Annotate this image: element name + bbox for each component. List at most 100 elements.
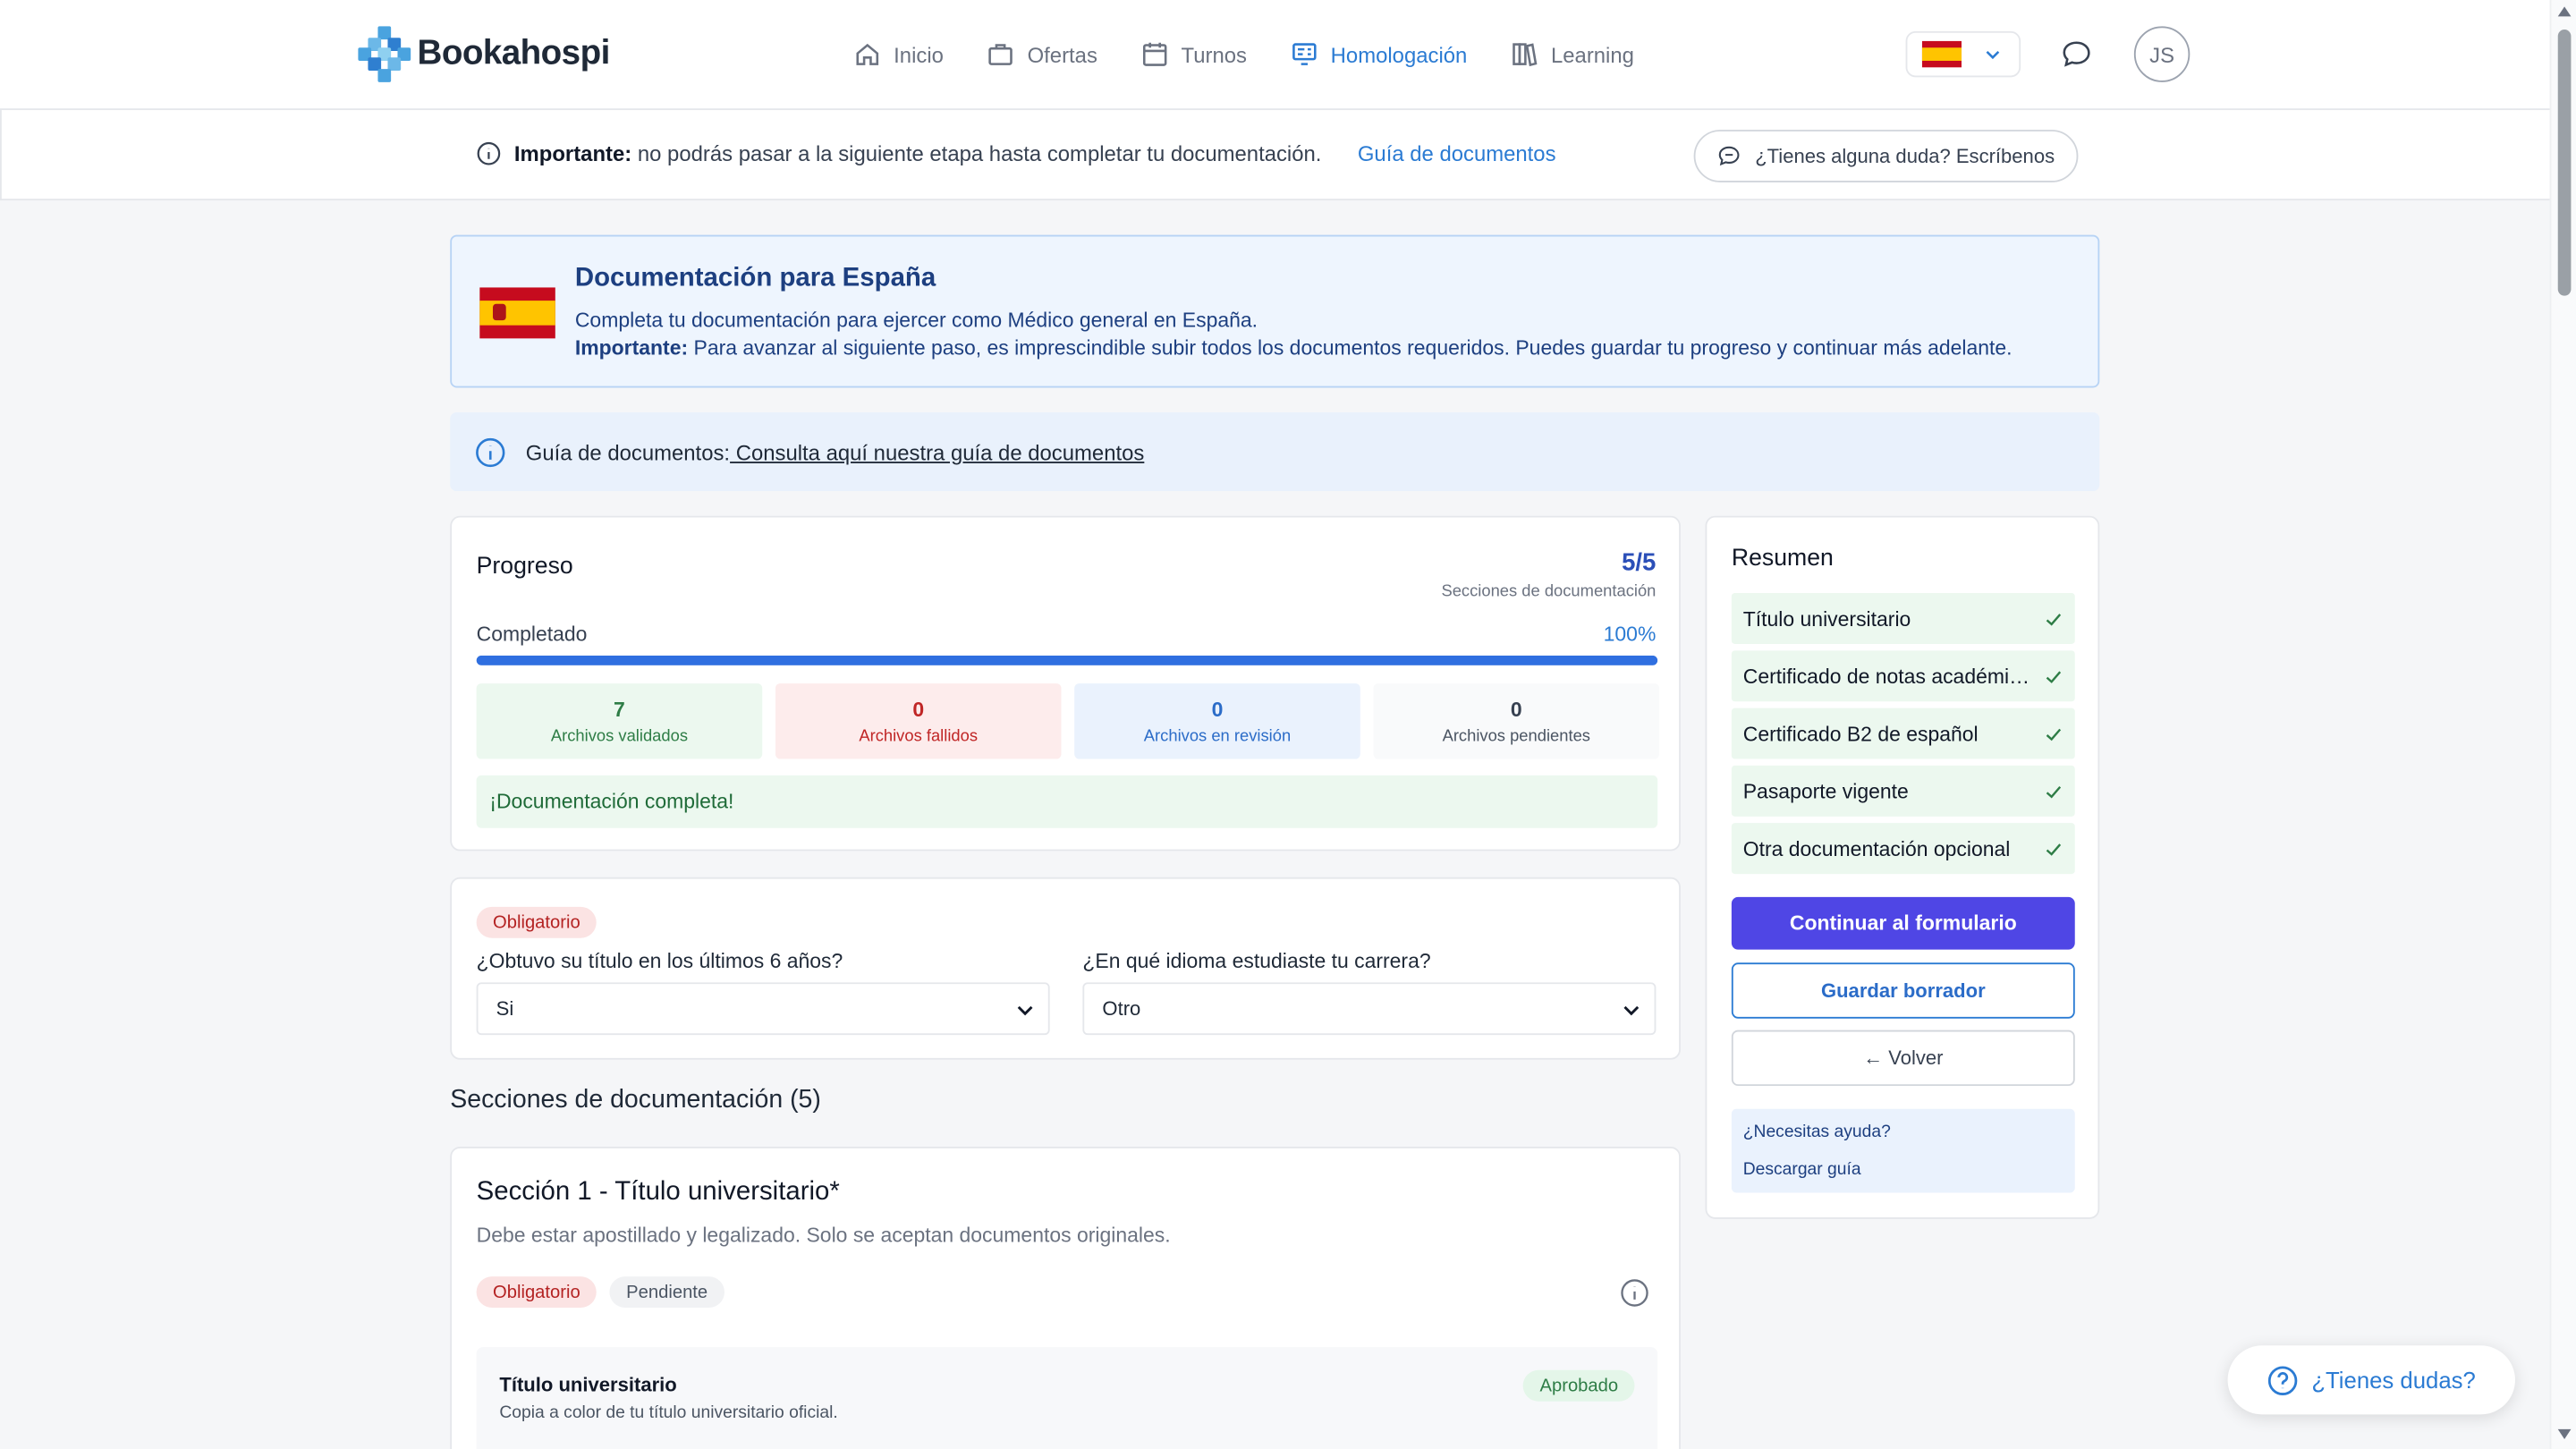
chat-bubble-icon[interactable] [2060,39,2093,69]
check-icon [2046,785,2062,798]
scroll-down-arrow-icon[interactable] [2557,1428,2572,1439]
chevron-down-icon [1623,1005,1640,1016]
stat-validated: 7 Archivos validados [476,683,763,759]
summary-item[interactable]: Pasaporte vigente [1731,765,2075,817]
flag-spain-icon [479,287,555,339]
progress-card: Progreso 5/5 Secciones de documentación … [450,515,1681,852]
questions-card: Obligatorio ¿Obtuvo su título en los últ… [450,877,1681,1060]
study-language-select[interactable]: Otro [1082,982,1657,1036]
homologation-icon [1292,43,1317,65]
select-value: Si [496,996,514,1021]
brand-logo[interactable]: Bookahospi [358,26,611,82]
completed-percent: 100% [1603,623,1657,646]
country-card-title: Documentación para España [574,264,936,292]
logo-mark-icon [358,26,411,82]
question-circle-icon [2267,1365,2298,1395]
notice-bar: Importante: no podrás pasar a la siguien… [0,110,2550,201]
file-description: Copia a color de tu título universitario… [499,1402,838,1423]
guide-consult-link[interactable]: Consulta aquí nuestra guía de documentos [730,439,1145,464]
chevron-down-icon [1986,50,2000,60]
summary-item[interactable]: Certificado de notas académicas [1731,650,2075,702]
stat-pending: 0 Archivos pendientes [1373,683,1660,759]
language-selector[interactable] [1905,30,2021,78]
nav-label: Inicio [894,41,944,67]
stat-in-review: 0 Archivos en revisión [1074,683,1360,759]
country-card-subtitle: Completa tu documentación para ejercer c… [574,309,1258,333]
required-badge: Obligatorio [476,906,597,938]
floating-help-button[interactable]: ¿Tienes dudas? [2227,1345,2515,1415]
check-icon [2046,843,2062,855]
file-stats: 7 Archivos validados 0 Archivos fallidos 0… [476,683,1660,759]
country-info-card: Documentación para España Completa tu do… [450,234,2100,388]
question-language-label: ¿En qué idioma estudiaste tu carrera? [1082,949,1431,973]
notice-message: Importante: no podrás pasar a la siguien… [477,141,1556,166]
nav-item-inicio[interactable]: Inicio [854,36,944,72]
flag-spain-icon [1921,40,1962,68]
guide-link[interactable]: Guía de documentos [1358,141,1556,166]
stat-failed: 0 Archivos fallidos [775,683,1062,759]
notice-strong: Importante: [513,140,632,166]
contact-us-label: ¿Tienes alguna duda? Escríbenos [1755,144,2055,168]
file-title: Título universitario [499,1373,677,1397]
page-scrollbar[interactable] [2549,0,2576,1449]
approved-badge: Aprobado [1523,1369,1635,1402]
briefcase-icon [988,44,1013,65]
guide-label: Guía de documentos: [525,439,731,464]
summary-item[interactable]: Título universitario [1731,593,2075,644]
nav-item-homologacion[interactable]: Homologación [1292,36,1468,72]
document-file-item: Título universitario Copia a color de tu… [476,1347,1658,1449]
page-root: Bookahospi Inicio Ofertas Turnos Homolog… [0,0,2576,1449]
check-icon [2046,613,2062,625]
section-description: Debe estar apostillado y legalizado. Sol… [476,1224,1171,1248]
continue-to-form-button[interactable]: Continuar al formulario [1731,896,2075,950]
info-icon [476,436,505,467]
nav-item-turnos[interactable]: Turnos [1141,36,1247,72]
calendar-icon [1142,42,1167,66]
progress-bar [476,655,1658,665]
question-title-years-label: ¿Obtuvo su título en los últimos 6 años? [476,949,843,973]
status-badge: Pendiente [609,1276,724,1309]
home-icon [856,43,879,65]
chevron-down-icon [1017,1005,1033,1016]
top-navigation: Bookahospi Inicio Ofertas Turnos Homolog… [0,0,2550,111]
info-icon [477,141,501,165]
back-button[interactable]: ← Volver [1731,1030,2075,1087]
country-card-important: Importante: Para avanzar al siguiente pa… [574,336,2012,360]
documentation-complete-message: ¡Documentación completa! [476,775,1658,828]
help-box: ¿Necesitas ayuda? Descargar guía [1731,1108,2075,1193]
check-icon [2046,727,2062,741]
summary-item[interactable]: Certificado B2 de español [1731,708,2075,759]
user-avatar[interactable]: JS [2133,26,2190,82]
download-guide-link[interactable]: Descargar guía [1743,1160,1861,1180]
contact-us-button[interactable]: ¿Tienes alguna duda? Escríbenos [1693,130,2079,182]
scroll-up-arrow-icon[interactable] [2557,6,2572,17]
save-draft-button[interactable]: Guardar borrador [1731,962,2075,1019]
title-years-select[interactable]: Si [476,982,1050,1036]
sections-heading: Secciones de documentación (5) [450,1086,821,1114]
nav-label: Homologación [1330,41,1468,67]
floating-help-label: ¿Tienes dudas? [2311,1367,2476,1394]
chat-bubble-icon [1719,146,1741,166]
summary-list: Título universitario Certificado de nota… [1731,593,2075,880]
summary-card: Resumen Título universitario Certificado… [1705,515,2100,1219]
scrollbar-thumb[interactable] [2557,30,2572,296]
info-icon[interactable] [1620,1278,1649,1308]
brand-name: Bookahospi [417,34,611,72]
notice-text: no podrás pasar a la siguiente etapa has… [637,140,1322,166]
nav-label: Turnos [1181,41,1247,67]
need-help-link[interactable]: ¿Necesitas ayuda? [1743,1122,1891,1141]
main-nav: Inicio Ofertas Turnos Homologación Learn… [854,36,1678,72]
summary-item[interactable]: Otra documentación opcional [1731,823,2075,875]
nav-label: Ofertas [1027,41,1097,67]
required-badge: Obligatorio [476,1276,597,1309]
section-badges: Obligatorio Pendiente [476,1276,724,1309]
document-guide-bar: Guía de documentos: Consulta aquí nuestr… [450,412,2100,492]
section-card: Sección 1 - Título universitario* Debe e… [450,1147,1681,1449]
nav-label: Learning [1550,41,1634,67]
nav-item-learning[interactable]: Learning [1512,36,1634,72]
completed-label: Completado [476,623,588,646]
progress-bar-fill [476,655,1658,665]
nav-item-ofertas[interactable]: Ofertas [988,36,1097,72]
books-icon [1513,43,1538,67]
section-title: Sección 1 - Título universitario* [476,1177,840,1207]
